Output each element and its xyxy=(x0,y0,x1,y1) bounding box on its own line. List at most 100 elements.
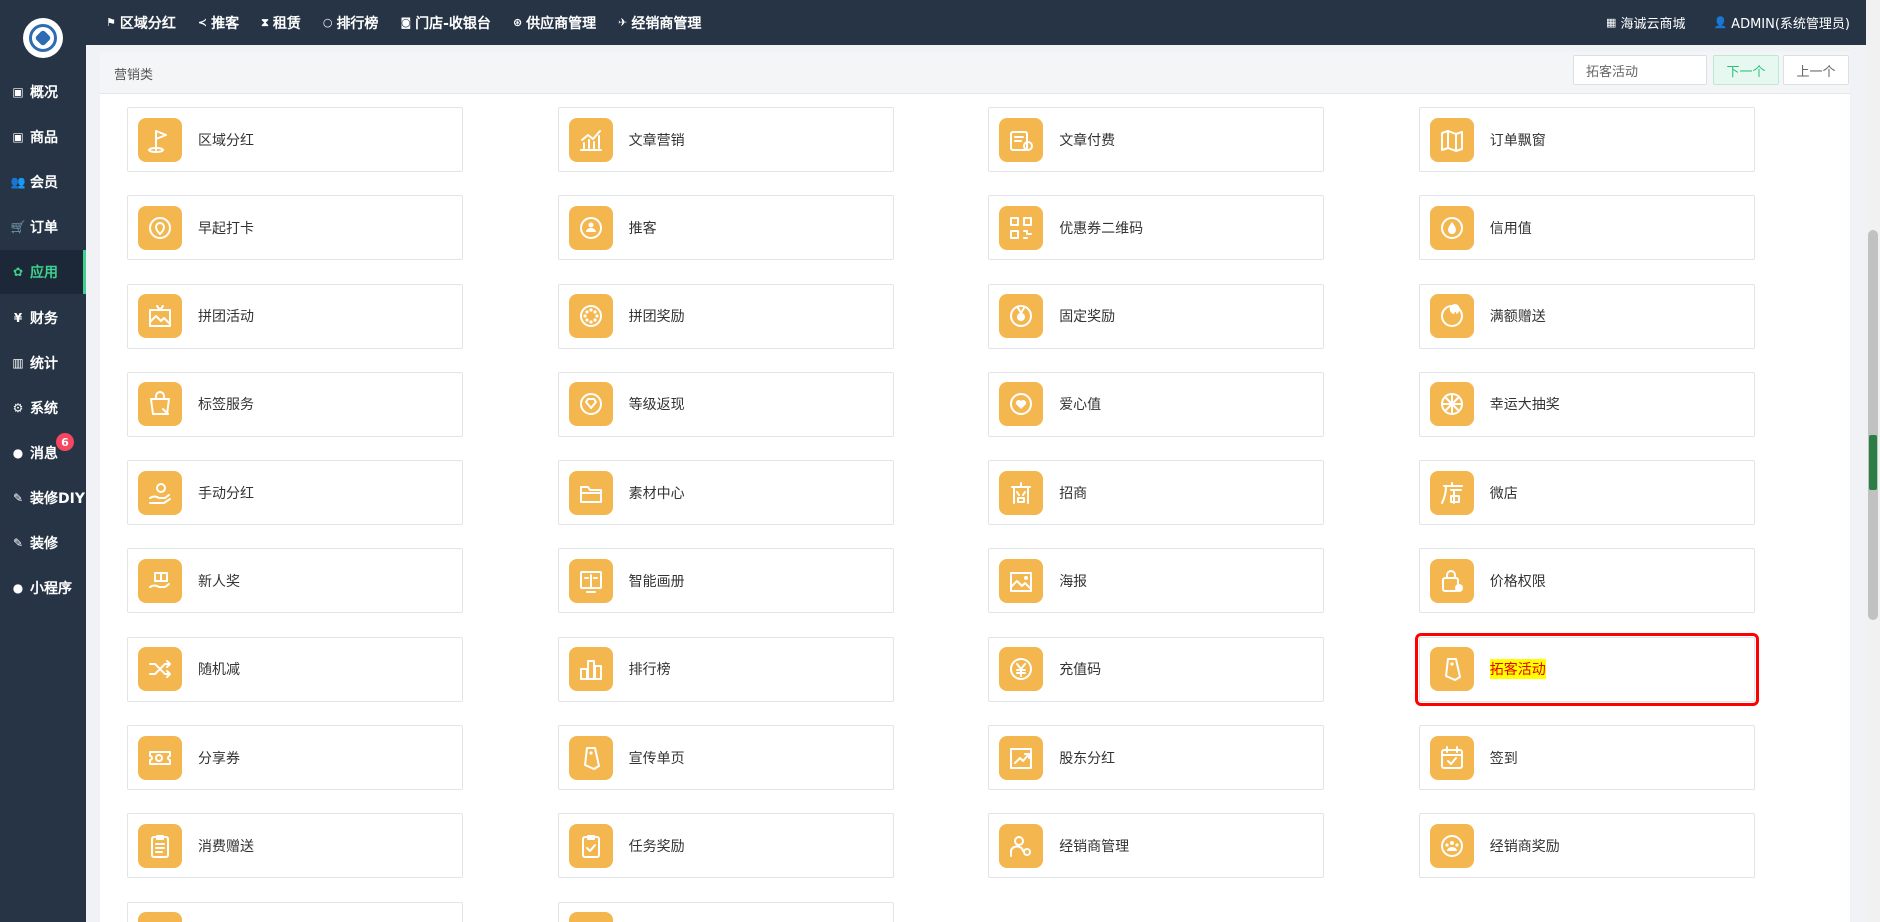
sidebar-item[interactable]: ¥ 财务 xyxy=(0,296,86,340)
qrcode-icon xyxy=(999,205,1044,250)
app-card[interactable]: 宣传单页 xyxy=(557,725,894,791)
top-nav-item[interactable]: ⚑ 区域分红 xyxy=(106,13,176,33)
app-card[interactable]: 拓客活动 xyxy=(1414,632,1759,706)
sidebar-item[interactable]: ▥ 统计 xyxy=(0,341,86,385)
app-card[interactable]: 视频分享 xyxy=(127,901,463,922)
sidebar-item-label: 商品 xyxy=(30,130,58,146)
app-card[interactable]: 早起打卡 xyxy=(127,195,463,261)
app-card[interactable]: 新人奖 xyxy=(127,548,463,614)
message-badge: 6 xyxy=(56,433,74,451)
app-card[interactable]: 文章付费 xyxy=(988,107,1325,172)
app-card[interactable]: 分享券 xyxy=(127,725,463,791)
sidebar-item[interactable]: 👥 会员 xyxy=(0,160,86,204)
paid-article-icon xyxy=(999,117,1044,162)
app-card[interactable]: 招商 xyxy=(988,460,1325,526)
app-card[interactable]: 幸运大抽奖 xyxy=(1418,371,1755,437)
app-card[interactable]: 消费赠送 xyxy=(127,813,463,879)
app-card[interactable]: 随机减 xyxy=(127,636,463,702)
app-card[interactable]: 订单飘窗 xyxy=(1418,107,1755,172)
top-nav-label: 经销商管理 xyxy=(631,15,702,32)
app-card[interactable]: 海报 xyxy=(988,548,1325,614)
scrollbar-grip[interactable] xyxy=(1869,435,1877,490)
app-card[interactable]: 标签服务 xyxy=(127,371,463,437)
money-bag-icon xyxy=(1429,294,1474,339)
top-nav-label: 租赁 xyxy=(272,15,301,32)
sidebar-item[interactable]: ● 消息 6 xyxy=(0,431,86,475)
app-card[interactable]: 满额赠送 xyxy=(1418,283,1755,349)
next-button[interactable]: 下一个 xyxy=(1713,55,1779,85)
sidebar-item[interactable]: ✿ 应用 xyxy=(0,250,86,294)
user-menu[interactable]: 👤 ADMIN(系统管理员) xyxy=(1713,13,1850,32)
store-link[interactable]: ▦ 海诚云商城 xyxy=(1606,13,1685,32)
app-card-label: 智能画册 xyxy=(628,573,685,590)
scrollbar-thumb[interactable] xyxy=(1868,230,1878,620)
app-card[interactable]: 经销商管理 xyxy=(988,813,1325,879)
app-card[interactable]: 股东分红 xyxy=(988,725,1325,791)
medal-icon xyxy=(999,294,1044,339)
top-nav-item[interactable]: ✈ 经销商管理 xyxy=(618,13,701,33)
sidebar-item-label: 概况 xyxy=(30,85,58,101)
app-card-label: 爱心值 xyxy=(1059,397,1102,414)
top-nav-item[interactable]: ⊛ 供应商管理 xyxy=(513,13,596,33)
scrollbar[interactable] xyxy=(1866,0,1880,922)
sidebar-item-label: 财务 xyxy=(30,311,58,327)
box-icon: ▣ xyxy=(12,85,24,99)
logo[interactable] xyxy=(0,0,86,76)
app-card-label: 文章付费 xyxy=(1059,132,1116,149)
logo-icon xyxy=(23,18,63,58)
top-right: ▦ 海诚云商城 👤 ADMIN(系统管理员) xyxy=(1578,0,1850,45)
top-nav-item[interactable]: ⧗ 租赁 xyxy=(261,13,301,33)
cart-icon: 🛒 xyxy=(10,220,26,234)
app-card[interactable]: 素材中心 xyxy=(557,460,894,526)
app-card-label: 手动分红 xyxy=(198,485,254,502)
app-card[interactable]: 等级返现 xyxy=(557,371,894,437)
gift-hand-icon xyxy=(138,558,182,603)
gears-icon: ⚙ xyxy=(12,401,24,415)
app-card[interactable]: 推客 xyxy=(557,195,894,261)
app-card[interactable]: 价格权限 xyxy=(1418,548,1755,614)
top-nav-item[interactable]: ≺ 推客 xyxy=(198,13,239,33)
app-card[interactable]: 智能画册 xyxy=(557,548,894,614)
app-card-label: 拼团活动 xyxy=(198,309,254,326)
search-input[interactable] xyxy=(1573,55,1707,85)
user-circle-icon xyxy=(568,205,613,250)
sidebar-item[interactable]: 🛒 订单 xyxy=(0,205,86,249)
sidebar-item[interactable]: ✎ 装修DIY xyxy=(0,476,86,520)
app-card[interactable]: 核销券 xyxy=(557,901,894,922)
diamond-icon xyxy=(568,382,613,427)
top-nav-item[interactable]: ○ 排行榜 xyxy=(323,13,379,33)
app-card[interactable]: 微店 xyxy=(1418,460,1755,526)
app-card[interactable]: 签到 xyxy=(1418,725,1755,791)
app-card[interactable]: 手动分红 xyxy=(127,460,463,526)
app-content: 区域分红 文章营销 文章付费 订单飘窗早起打卡 推客 优惠券二维码 信用值拼团活动 拼团奖励 固… xyxy=(100,94,1850,922)
sidebar-item[interactable]: ● 小程序 xyxy=(0,566,86,610)
app-card[interactable]: 信用值 xyxy=(1418,195,1755,261)
sidebar-item[interactable]: ▣ 概况 xyxy=(0,70,86,114)
app-card[interactable]: 固定奖励 xyxy=(988,283,1325,349)
top-nav-label: 排行榜 xyxy=(336,15,379,32)
sidebar-item[interactable]: ⚙ 系统 xyxy=(0,386,86,430)
app-card[interactable]: 区域分红 xyxy=(127,107,463,172)
app-card-label: 固定奖励 xyxy=(1059,309,1116,326)
app-card[interactable]: 排行榜 xyxy=(557,636,894,702)
app-card[interactable]: 爱心值 xyxy=(988,371,1325,437)
sidebar-item[interactable]: ▣ 商品 xyxy=(0,115,86,159)
app-card[interactable]: 任务奖励 xyxy=(557,813,894,879)
nav-icon: ○ xyxy=(322,16,333,29)
app-card[interactable]: 文章营销 xyxy=(557,107,894,172)
app-card-label: 经销商奖励 xyxy=(1489,838,1560,855)
app-card[interactable]: 充值码 xyxy=(988,636,1325,702)
app-card-label: 任务奖励 xyxy=(628,838,685,855)
top-nav-item[interactable]: ◙ 门店-收银台 xyxy=(400,13,491,33)
app-card[interactable]: 拼团活动 xyxy=(127,283,463,349)
app-card[interactable]: 优惠券二维码 xyxy=(988,195,1325,261)
prev-button[interactable]: 上一个 xyxy=(1783,55,1849,85)
app-card[interactable]: 拼团奖励 xyxy=(557,283,894,349)
sidebar-item[interactable]: ✎ 装修 xyxy=(0,521,86,565)
grid-icon: ▦ xyxy=(1606,16,1617,29)
app-card[interactable]: 经销商奖励 xyxy=(1418,813,1755,879)
chat-icon: ● xyxy=(12,446,24,460)
flag-icon xyxy=(138,117,182,162)
app-card-label: 价格权限 xyxy=(1489,573,1546,590)
top-bar: ⚑ 区域分红 ≺ 推客 ⧗ 租赁 ○ 排行榜 ◙ 门店-收银台 ⊛ 供应商管理 ✈ 经销商管理 ▦ 海诚云… xyxy=(86,0,1880,45)
